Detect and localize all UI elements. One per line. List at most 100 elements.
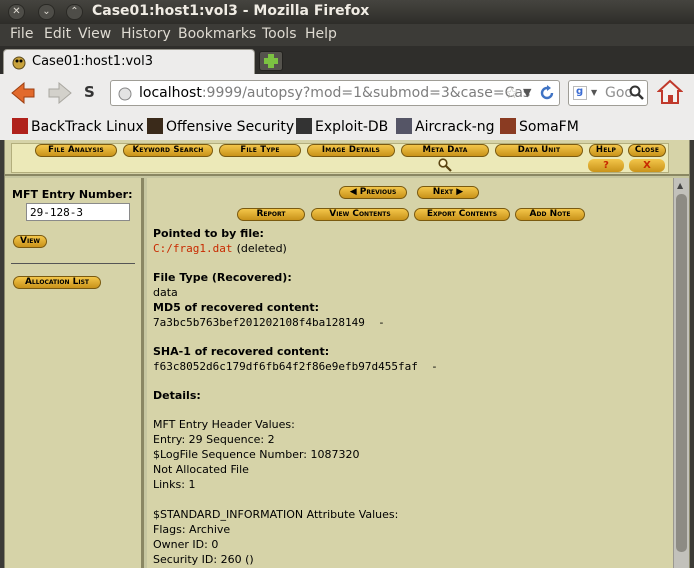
detail-line: Security ID: 260 () — [153, 553, 254, 566]
somafm-icon — [500, 118, 516, 134]
autopsy-left-frame: MFT Entry Number: View Allocation List — [5, 178, 144, 568]
menu-edit[interactable]: Edit — [44, 26, 71, 42]
search-engine-dropdown-icon[interactable]: ▼ — [591, 88, 597, 97]
pointed-label: Pointed to by file: — [153, 227, 264, 240]
scrollbar-thumb[interactable] — [676, 194, 687, 552]
google-icon: g — [573, 86, 587, 100]
tab-file-type[interactable]: File Type — [219, 144, 301, 157]
pointed-file-row: C:/frag1.dat (deleted) — [153, 241, 673, 256]
bookmarks-toolbar: BackTrack Linux Offensive Security Explo… — [0, 114, 694, 140]
detail-line: Links: 1 — [153, 478, 196, 491]
window-minimize-icon[interactable]: ⌄ — [38, 4, 55, 20]
menu-tools[interactable]: Tools — [262, 26, 297, 42]
magnifier-icon[interactable] — [629, 85, 645, 101]
close-x-icon[interactable]: X — [629, 159, 665, 172]
detail-line — [153, 492, 673, 507]
menu-help[interactable]: Help — [305, 26, 337, 42]
url-host: localhost — [139, 85, 202, 101]
tab-image-details[interactable]: Image Details — [307, 144, 395, 157]
tab-data-unit[interactable]: Data Unit — [495, 144, 583, 157]
detail-line: MFT Entry Header Values: — [153, 418, 295, 431]
url-bar[interactable]: localhost:9999/autopsy?mod=1&submod=3&ca… — [110, 80, 560, 106]
search-input[interactable]: g ▼ Goo — [568, 80, 648, 106]
forward-arrow-icon[interactable] — [47, 82, 73, 104]
tab-file-analysis[interactable]: File Analysis — [35, 144, 117, 157]
bookmark-exploit-db[interactable]: Exploit-DB — [296, 118, 388, 135]
bookmark-star-icon[interactable]: ☆ — [505, 84, 518, 102]
detail-line: Entry: 29 Sequence: 2 — [153, 433, 275, 446]
left-arrow-icon: ◀ — [349, 187, 360, 197]
bookmark-offensive-security[interactable]: Offensive Security — [147, 118, 294, 135]
url-dropdown-icon[interactable]: ▼ — [523, 86, 531, 99]
tab-bar: Case01:host1:vol3 — [0, 46, 694, 74]
sha1-value: f63c8052d6c179df6fb64f2f86e9efb97d455faf… — [153, 360, 438, 373]
menu-bookmarks[interactable]: Bookmarks — [178, 26, 256, 42]
scroll-up-icon[interactable]: ▲ — [677, 181, 683, 190]
next-button[interactable]: Next ▶ — [417, 186, 479, 199]
export-contents-button[interactable]: Export Contents — [414, 208, 510, 221]
navigation-toolbar: S localhost:9999/autopsy?mod=1&submod=3&… — [0, 74, 694, 114]
autopsy-favicon-icon — [12, 56, 26, 70]
autopsy-top-frame: File Analysis Keyword Search File Type I… — [5, 140, 689, 176]
bookmark-somafm[interactable]: SomaFM — [500, 118, 579, 135]
pointed-status: (deleted) — [236, 242, 287, 255]
menu-bar: File Edit View History Bookmarks Tools H… — [0, 24, 694, 46]
previous-button[interactable]: ◀ Previous — [339, 186, 407, 199]
page-content: File Analysis Keyword Search File Type I… — [4, 140, 690, 568]
file-details: Pointed to by file: C:/frag1.dat (delete… — [153, 226, 673, 567]
aircrack-icon — [396, 118, 412, 134]
tab-case01[interactable]: Case01:host1:vol3 — [3, 49, 255, 74]
url-path: :9999/autopsy?mod=1&submod=3&case=Cas — [201, 85, 531, 101]
window-title: Case01:host1:vol3 - Mozilla Firefox — [92, 3, 370, 19]
tab-help[interactable]: Help — [589, 144, 623, 157]
mft-entry-input[interactable] — [26, 203, 130, 221]
window-maximize-icon[interactable]: ⌃ — [66, 4, 83, 20]
back-arrow-icon[interactable] — [10, 82, 36, 104]
autopsy-main-frame: ◀ Previous Next ▶ Report View Contents E… — [147, 178, 673, 568]
detail-line: Owner ID: 0 — [153, 538, 219, 551]
tab-close[interactable]: Close — [628, 144, 666, 157]
view-button[interactable]: View — [13, 235, 47, 248]
new-tab-button[interactable] — [259, 51, 283, 71]
globe-icon — [118, 87, 132, 101]
detail-line: $LogFile Sequence Number: 1087320 — [153, 448, 360, 461]
menu-file[interactable]: File — [10, 26, 33, 42]
right-arrow-icon: ▶ — [453, 187, 464, 197]
bookmark-aircrack[interactable]: Aircrack-ng — [396, 118, 495, 135]
stumble-icon[interactable]: S — [84, 83, 95, 101]
tab-label: Case01:host1:vol3 — [32, 54, 153, 69]
window-close-icon[interactable]: ✕ — [8, 4, 25, 20]
exploit-db-icon — [296, 118, 312, 134]
tab-meta-data[interactable]: Meta Data — [401, 144, 489, 157]
filetype-value: data — [153, 286, 178, 299]
main-scrollbar[interactable]: ▲ — [673, 178, 689, 568]
bookmark-backtrack[interactable]: BackTrack Linux — [12, 118, 144, 135]
pointed-file-link[interactable]: C:/frag1.dat — [153, 242, 232, 255]
detail-line: Not Allocated File — [153, 463, 249, 476]
md5-label: MD5 of recovered content: — [153, 301, 320, 314]
filetype-label: File Type (Recovered): — [153, 271, 292, 284]
report-button[interactable]: Report — [237, 208, 305, 221]
title-bar: ✕ ⌄ ⌃ Case01:host1:vol3 - Mozilla Firefo… — [0, 0, 694, 24]
backtrack-icon — [12, 118, 28, 134]
home-icon[interactable] — [657, 79, 683, 105]
detail-line: $STANDARD_INFORMATION Attribute Values: — [153, 508, 399, 521]
mft-entry-label: MFT Entry Number: — [12, 188, 133, 201]
magnifier-icon — [438, 158, 452, 172]
reload-icon[interactable] — [539, 85, 555, 101]
details-label: Details: — [153, 389, 201, 402]
tab-keyword-search[interactable]: Keyword Search — [123, 144, 213, 157]
offensive-security-icon — [147, 118, 163, 134]
browser-window: ✕ ⌄ ⌃ Case01:host1:vol3 - Mozilla Firefo… — [0, 0, 694, 568]
allocation-list-button[interactable]: Allocation List — [13, 276, 101, 289]
sha1-label: SHA-1 of recovered content: — [153, 345, 330, 358]
menu-view[interactable]: View — [78, 26, 111, 42]
add-note-button[interactable]: Add Note — [515, 208, 585, 221]
divider — [11, 263, 135, 264]
view-contents-button[interactable]: View Contents — [311, 208, 409, 221]
md5-value: 7a3bc5b763bef201202108f4ba128149 - — [153, 316, 385, 329]
url-text: localhost:9999/autopsy?mod=1&submod=3&ca… — [139, 85, 530, 101]
help-question-icon[interactable]: ? — [588, 159, 624, 172]
detail-line: Flags: Archive — [153, 523, 231, 536]
menu-history[interactable]: History — [121, 26, 171, 42]
